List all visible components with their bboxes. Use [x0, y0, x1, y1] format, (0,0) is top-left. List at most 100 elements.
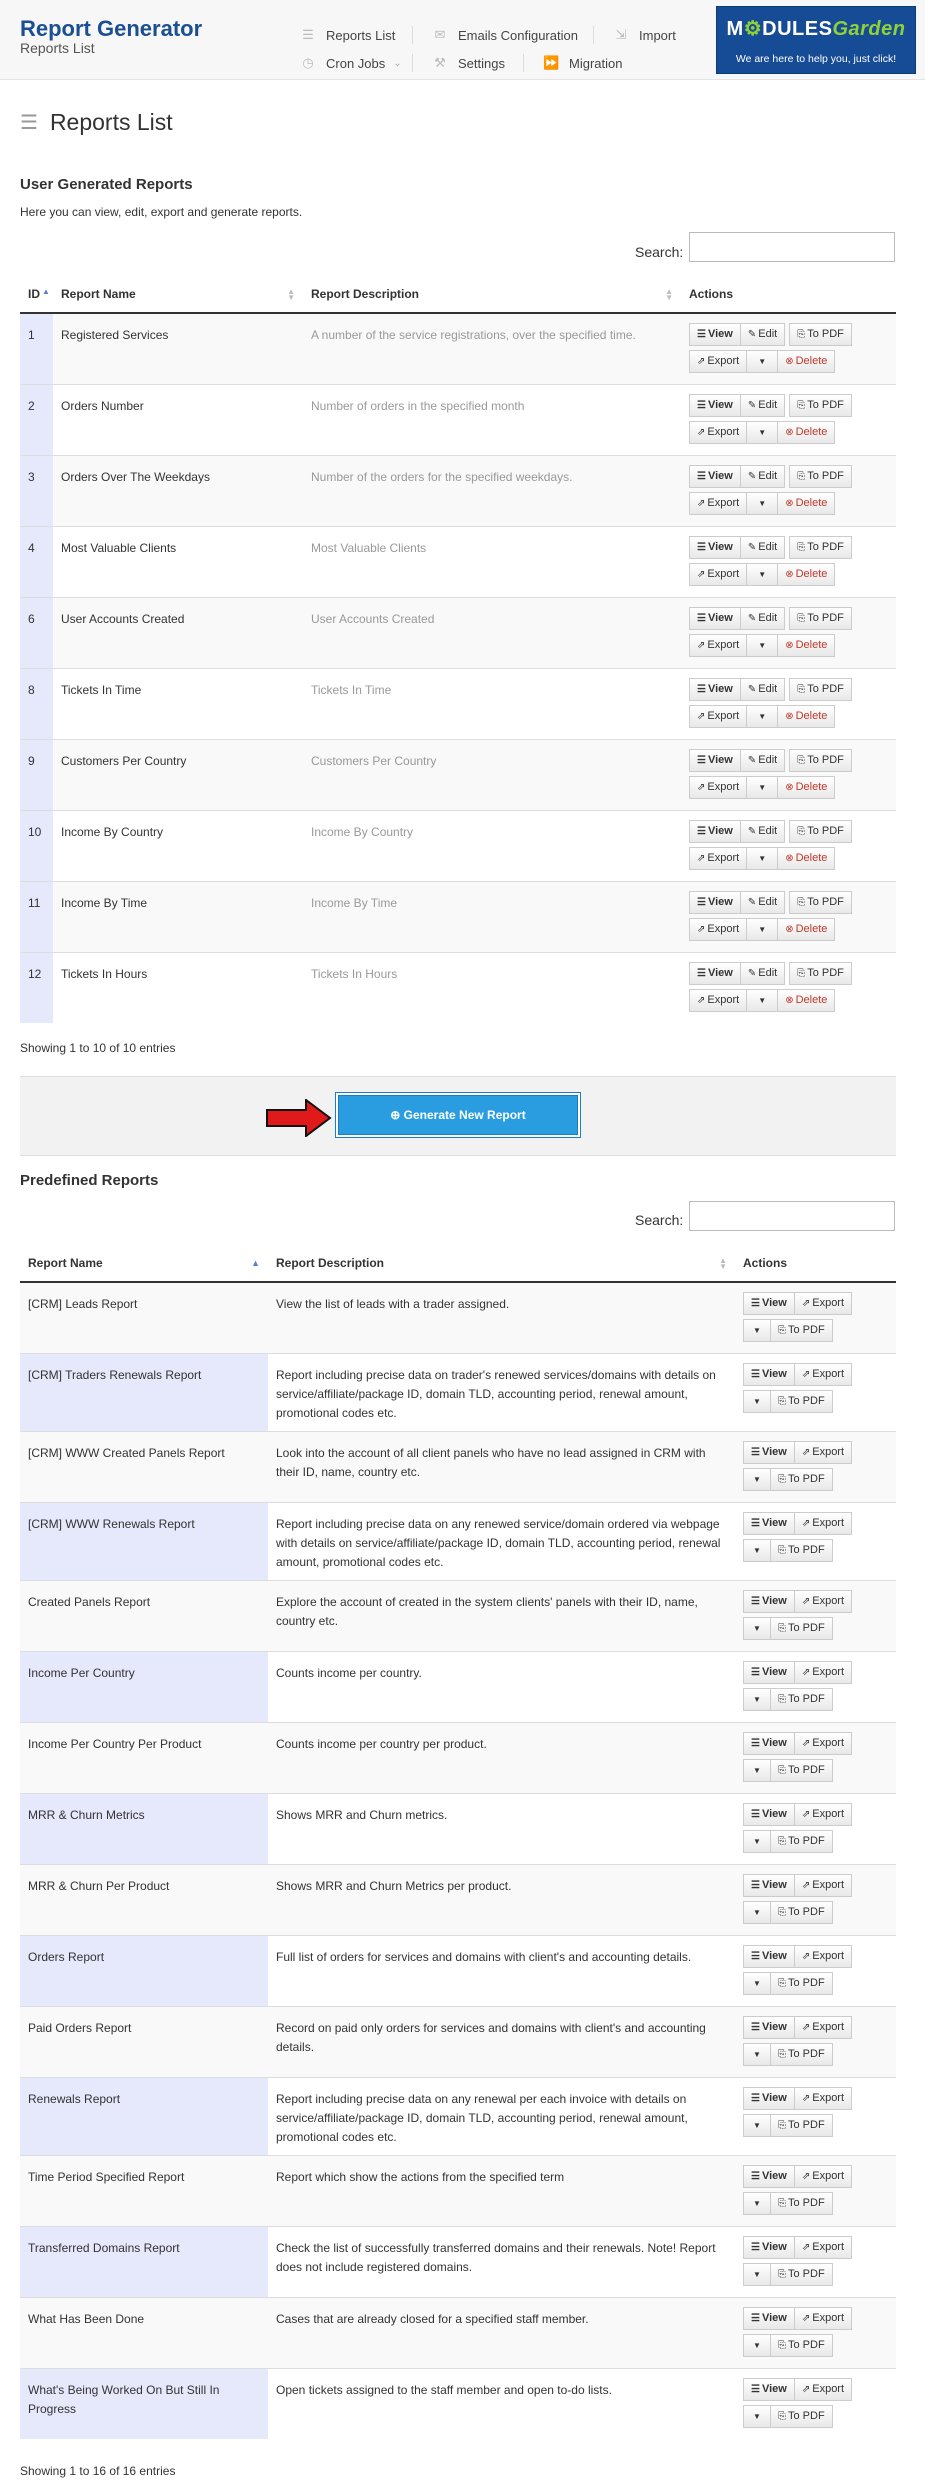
view-button[interactable]: ☰ View — [743, 1802, 795, 1826]
view-button[interactable]: ☰ View — [743, 1292, 795, 1315]
to-pdf-button[interactable]: ⎘ To PDF — [770, 2113, 833, 2137]
column-header-report-name[interactable]: Report Name ▲ ▼ — [53, 276, 303, 314]
export-button[interactable]: ⇗ Export — [689, 846, 748, 870]
export-button[interactable]: ⇗ Export — [793, 1511, 853, 1535]
to-pdf-button[interactable]: ⎘ To PDF — [770, 1319, 833, 1342]
view-button[interactable]: ☰ View — [689, 393, 741, 417]
actions-dropdown-toggle[interactable]: ▼ — [743, 2191, 771, 2215]
actions-dropdown-toggle[interactable]: ▼ — [743, 2262, 771, 2286]
view-button[interactable]: ☰ View — [743, 2235, 795, 2259]
delete-button[interactable]: ⊗ Delete — [777, 350, 836, 373]
nav-settings[interactable]: ⚒ Settings — [432, 55, 505, 71]
view-button[interactable]: ☰ View — [689, 464, 741, 488]
nav-migration[interactable]: ⏩ Migration — [543, 55, 622, 71]
delete-button[interactable]: ⊗ Delete — [777, 420, 836, 444]
view-button[interactable]: ☰ View — [743, 1731, 795, 1755]
export-button[interactable]: ⇗ Export — [689, 917, 748, 941]
export-button[interactable]: ⇗ Export — [793, 1731, 853, 1755]
export-button[interactable]: ⇗ Export — [689, 988, 748, 1012]
modulesgarden-logo[interactable]: M⚙DULESGarden We are here to help you, j… — [716, 6, 916, 74]
view-button[interactable]: ☰ View — [743, 2377, 795, 2401]
delete-button[interactable]: ⊗ Delete — [777, 775, 836, 799]
export-dropdown-toggle[interactable]: ▼ — [746, 491, 779, 515]
edit-button[interactable]: ✎ Edit — [739, 606, 786, 630]
export-dropdown-toggle[interactable]: ▼ — [746, 562, 779, 586]
export-button[interactable]: ⇗ Export — [793, 2164, 853, 2188]
delete-button[interactable]: ⊗ Delete — [777, 562, 836, 586]
view-button[interactable]: ☰ View — [743, 1511, 795, 1535]
edit-button[interactable]: ✎ Edit — [739, 535, 786, 559]
to-pdf-button[interactable]: ⎘ To PDF — [770, 2042, 833, 2066]
actions-dropdown-toggle[interactable]: ▼ — [743, 1389, 771, 1413]
export-button[interactable]: ⇗ Export — [793, 1873, 853, 1897]
actions-dropdown-toggle[interactable]: ▼ — [743, 1467, 771, 1491]
to-pdf-button[interactable]: ⎘ To PDF — [789, 890, 852, 914]
export-dropdown-toggle[interactable]: ▼ — [746, 704, 779, 728]
to-pdf-button[interactable]: ⎘ To PDF — [789, 606, 852, 630]
actions-dropdown-toggle[interactable]: ▼ — [743, 2404, 771, 2428]
actions-dropdown-toggle[interactable]: ▼ — [743, 1900, 771, 1924]
view-button[interactable]: ☰ View — [689, 748, 741, 772]
view-button[interactable]: ☰ View — [743, 1873, 795, 1897]
view-button[interactable]: ☰ View — [743, 2306, 795, 2330]
to-pdf-button[interactable]: ⎘ To PDF — [789, 819, 852, 843]
view-button[interactable]: ☰ View — [689, 890, 741, 914]
to-pdf-button[interactable]: ⎘ To PDF — [770, 2262, 833, 2286]
to-pdf-button[interactable]: ⎘ To PDF — [770, 1971, 833, 1995]
to-pdf-button[interactable]: ⎘ To PDF — [770, 1687, 833, 1711]
to-pdf-button[interactable]: ⎘ To PDF — [789, 748, 852, 772]
export-dropdown-toggle[interactable]: ▼ — [746, 846, 779, 870]
export-dropdown-toggle[interactable]: ▼ — [746, 917, 779, 941]
actions-dropdown-toggle[interactable]: ▼ — [743, 1538, 771, 1562]
view-button[interactable]: ☰ View — [743, 1362, 795, 1386]
to-pdf-button[interactable]: ⎘ To PDF — [770, 2191, 833, 2215]
to-pdf-button[interactable]: ⎘ To PDF — [770, 1616, 833, 1640]
export-button[interactable]: ⇗ Export — [689, 491, 748, 515]
export-button[interactable]: ⇗ Export — [793, 2015, 853, 2039]
actions-dropdown-toggle[interactable]: ▼ — [743, 1829, 771, 1853]
edit-button[interactable]: ✎ Edit — [739, 961, 786, 985]
view-button[interactable]: ☰ View — [689, 535, 741, 559]
view-button[interactable]: ☰ View — [743, 1440, 795, 1464]
actions-dropdown-toggle[interactable]: ▼ — [743, 1971, 771, 1995]
to-pdf-button[interactable]: ⎘ To PDF — [770, 1467, 833, 1491]
to-pdf-button[interactable]: ⎘ To PDF — [789, 535, 852, 559]
to-pdf-button[interactable]: ⎘ To PDF — [789, 464, 852, 488]
nav-emails-configuration[interactable]: ✉ Emails Configuration — [432, 27, 578, 43]
edit-button[interactable]: ✎ Edit — [739, 677, 786, 701]
to-pdf-button[interactable]: ⎘ To PDF — [770, 1900, 833, 1924]
actions-dropdown-toggle[interactable]: ▼ — [743, 1687, 771, 1711]
delete-button[interactable]: ⊗ Delete — [777, 704, 836, 728]
generate-new-report-button[interactable]: ⊕ Generate New Report — [338, 1095, 578, 1135]
export-dropdown-toggle[interactable]: ▼ — [746, 420, 779, 444]
delete-button[interactable]: ⊗ Delete — [777, 988, 836, 1012]
predefined-search-input[interactable] — [689, 1201, 895, 1231]
to-pdf-button[interactable]: ⎘ To PDF — [770, 1829, 833, 1853]
view-button[interactable]: ☰ View — [689, 606, 741, 630]
edit-button[interactable]: ✎ Edit — [739, 323, 786, 346]
delete-button[interactable]: ⊗ Delete — [777, 491, 836, 515]
export-button[interactable]: ⇗ Export — [793, 1440, 853, 1464]
delete-button[interactable]: ⊗ Delete — [777, 917, 836, 941]
delete-button[interactable]: ⊗ Delete — [777, 633, 836, 657]
export-button[interactable]: ⇗ Export — [793, 1660, 853, 1684]
user-reports-search-input[interactable] — [689, 232, 895, 262]
view-button[interactable]: ☰ View — [689, 677, 741, 701]
to-pdf-button[interactable]: ⎘ To PDF — [789, 323, 852, 346]
actions-dropdown-toggle[interactable]: ▼ — [743, 2333, 771, 2357]
edit-button[interactable]: ✎ Edit — [739, 393, 786, 417]
view-button[interactable]: ☰ View — [743, 1660, 795, 1684]
edit-button[interactable]: ✎ Edit — [739, 748, 786, 772]
view-button[interactable]: ☰ View — [689, 961, 741, 985]
view-button[interactable]: ☰ View — [743, 2164, 795, 2188]
to-pdf-button[interactable]: ⎘ To PDF — [789, 961, 852, 985]
to-pdf-button[interactable]: ⎘ To PDF — [789, 393, 852, 417]
edit-button[interactable]: ✎ Edit — [739, 890, 786, 914]
to-pdf-button[interactable]: ⎘ To PDF — [770, 2333, 833, 2357]
nav-import[interactable]: ⇲ Import — [613, 27, 676, 43]
view-button[interactable]: ☰ View — [689, 323, 741, 346]
export-button[interactable]: ⇗ Export — [689, 775, 748, 799]
export-button[interactable]: ⇗ Export — [793, 1944, 853, 1968]
export-dropdown-toggle[interactable]: ▼ — [746, 775, 779, 799]
export-button[interactable]: ⇗ Export — [689, 704, 748, 728]
